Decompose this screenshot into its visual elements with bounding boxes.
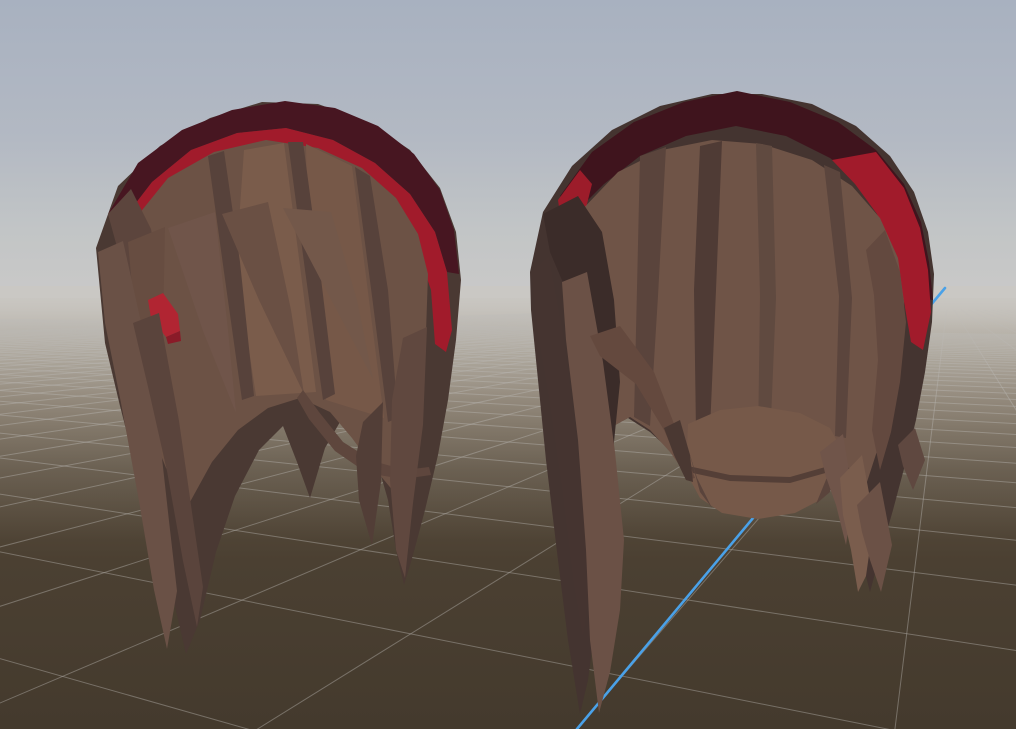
viewport-3d[interactable]	[0, 0, 1016, 729]
viewport-svg	[0, 0, 1016, 729]
